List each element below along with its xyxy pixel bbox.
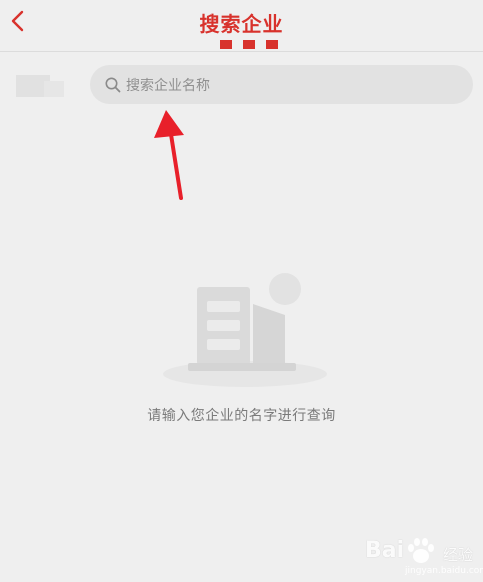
location-blurred-label [44,81,64,97]
watermark-url: jingyan.baidu.com [405,566,483,576]
title-mark [243,40,255,49]
watermark-brand: Bai [365,538,405,563]
watermark: Bai 经验 jingyan.baidu.com [365,522,483,578]
title-mark [220,40,232,49]
annotation-arrow-icon [154,110,184,200]
building-icon [163,273,327,387]
search-input[interactable]: 搜索企业名称 [90,65,473,104]
search-icon [105,77,121,93]
paw-icon [408,538,434,563]
location-selector[interactable] [16,75,64,97]
empty-state-message: 请输入您企业的名字进行查询 [147,408,336,424]
title-redaction-marks [220,40,278,49]
search-placeholder: 搜索企业名称 [126,78,210,94]
watermark-sub: 经验 [443,546,474,564]
page-title: 搜索企业 [199,12,284,36]
title-mark [266,40,278,49]
app-header: 搜索企业 [0,0,483,52]
